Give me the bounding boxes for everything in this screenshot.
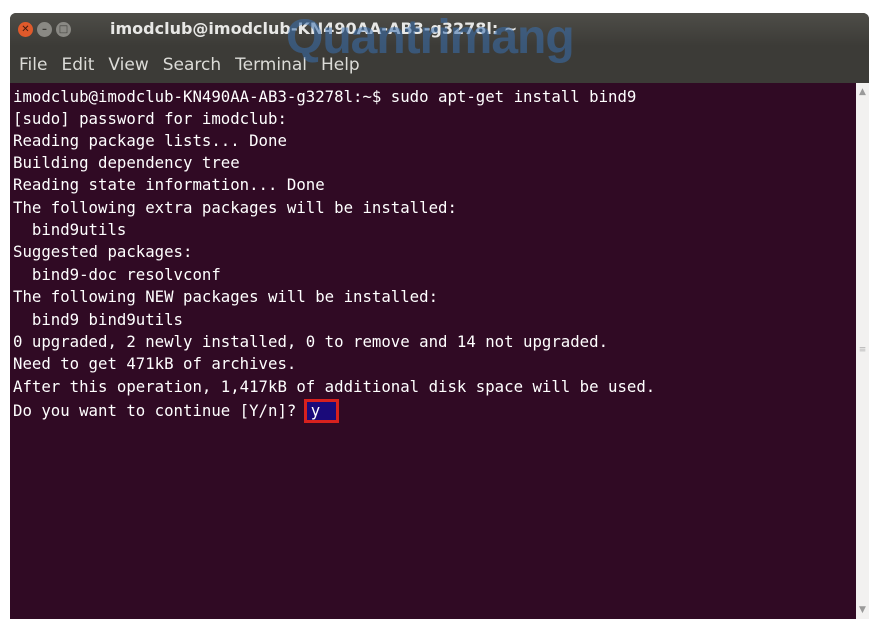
scrollbar[interactable]: ▲ ≡ ▼ xyxy=(856,83,869,619)
terminal-output[interactable]: imodclub@imodclub-KN490AA-AB3-g3278l:~$ … xyxy=(10,83,856,619)
terminal-line: 0 upgraded, 2 newly installed, 0 to remo… xyxy=(13,332,609,351)
scroll-down-icon[interactable]: ▼ xyxy=(856,603,869,617)
terminal-line: Suggested packages: xyxy=(13,242,193,261)
menu-search[interactable]: Search xyxy=(158,55,230,75)
terminal-line: Reading state information... Done xyxy=(13,175,325,194)
terminal-line: imodclub@imodclub-KN490AA-AB3-g3278l:~$ … xyxy=(13,87,637,106)
user-input[interactable]: y xyxy=(303,399,340,423)
prompt-line: Do you want to continue [Y/n]? y xyxy=(13,399,340,423)
title-bar[interactable]: ✕ – □ imodclub@imodclub-KN490AA-AB3-g327… xyxy=(10,13,869,46)
minimize-icon[interactable]: – xyxy=(37,22,52,37)
terminal-line: The following extra packages will be ins… xyxy=(13,198,457,217)
terminal-line: Reading package lists... Done xyxy=(13,131,287,150)
menu-bar: File Edit View Search Terminal Help xyxy=(10,46,869,83)
close-icon[interactable]: ✕ xyxy=(18,22,33,37)
terminal-line: [sudo] password for imodclub: xyxy=(13,109,287,128)
terminal-line: Building dependency tree xyxy=(13,153,240,172)
menu-terminal[interactable]: Terminal xyxy=(230,55,316,75)
terminal-line: The following NEW packages will be insta… xyxy=(13,287,439,306)
scroll-grip-icon[interactable]: ≡ xyxy=(858,345,867,355)
terminal-line: bind9utils xyxy=(13,220,127,239)
terminal-line: After this operation, 1,417kB of additio… xyxy=(13,377,656,396)
terminal-window: ✕ – □ imodclub@imodclub-KN490AA-AB3-g327… xyxy=(10,13,869,619)
menu-help[interactable]: Help xyxy=(316,55,369,75)
scroll-up-icon[interactable]: ▲ xyxy=(856,85,869,99)
terminal-line: Need to get 471kB of archives. xyxy=(13,354,297,373)
prompt-text: Do you want to continue [Y/n]? xyxy=(13,401,306,420)
maximize-icon[interactable]: □ xyxy=(56,22,71,37)
window-title: imodclub@imodclub-KN490AA-AB3-g3278l: ~ xyxy=(110,19,518,38)
terminal-line: bind9-doc resolvconf xyxy=(13,265,221,284)
menu-file[interactable]: File xyxy=(14,55,56,75)
menu-view[interactable]: View xyxy=(103,55,157,75)
terminal-line: bind9 bind9utils xyxy=(13,310,184,329)
menu-edit[interactable]: Edit xyxy=(56,55,103,75)
